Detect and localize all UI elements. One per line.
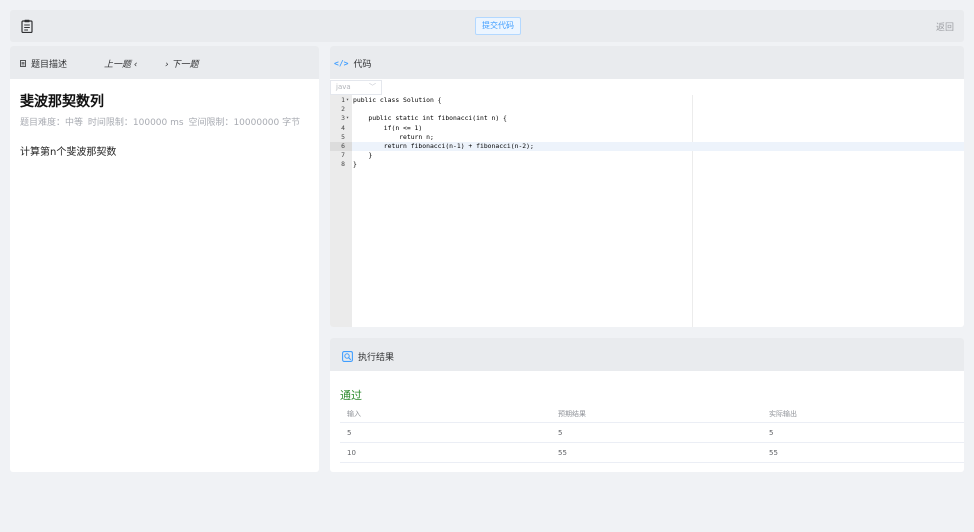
code-line[interactable]: 7 } <box>330 151 964 160</box>
tab-description[interactable]: 题目描述 <box>20 57 67 70</box>
table-cell: 5 <box>347 429 352 437</box>
table-row: 10 55 55 <box>340 443 964 463</box>
difficulty-text: 题目难度：中等 <box>20 118 84 128</box>
line-number: 6 <box>341 142 345 150</box>
line-number: 7 <box>341 151 345 160</box>
code-panel-header: </> 代码 <box>330 46 964 79</box>
column-header: 预期结果 <box>558 410 586 418</box>
line-code: if(n <= 1) <box>353 123 423 132</box>
result-icon <box>342 351 353 362</box>
table-cell: 5 <box>558 429 563 437</box>
fold-toggle-icon[interactable]: ▾ <box>346 96 349 105</box>
line-code: public static int fibonacci(int n) { <box>353 114 507 123</box>
line-code: } <box>353 151 373 160</box>
problem-description: 计算第n个斐波那契数 <box>20 147 117 158</box>
result-title: 执行结果 <box>342 350 394 363</box>
table-header-row: 输入 预期结果 实际输出 <box>340 403 964 423</box>
problem-meta: 题目难度：中等 时间限制：100000 ms 空间限制：10000000 字节 <box>20 115 302 128</box>
chevron-down-icon: ﹀ <box>369 83 376 91</box>
line-number: 5 <box>341 132 345 141</box>
table-cell: 10 <box>347 449 356 457</box>
line-number: 2 <box>341 105 345 114</box>
line-code: return fibonacci(n-1) + fibonacci(n-2); <box>353 142 534 150</box>
line-code: return n; <box>353 132 434 141</box>
clipboard-icon[interactable] <box>21 19 33 33</box>
result-table: 输入 预期结果 实际输出 5 5 5 10 55 55 <box>340 403 964 463</box>
code-panel: </> 代码 java ﹀ 1 ▾ public class Solution {2… <box>330 46 964 327</box>
code-editor[interactable]: 1 ▾ public class Solution {2 3 ▾ public stat… <box>330 95 964 327</box>
back-link[interactable]: 返回 <box>936 20 954 33</box>
line-number: 4 <box>341 123 345 132</box>
code-title: </> 代码 <box>334 57 371 70</box>
time-limit-text: 时间限制：100000 ms <box>87 118 184 128</box>
list-icon <box>20 60 26 67</box>
submit-code-button[interactable]: 提交代码 <box>475 17 521 35</box>
result-status: 通过 <box>340 389 362 402</box>
result-panel: 执行结果 通过 输入 预期结果 实际输出 5 5 5 10 55 55 <box>330 338 964 472</box>
problem-title: 斐波那契数列 <box>20 94 104 110</box>
table-cell: 55 <box>558 449 567 457</box>
fold-toggle-icon[interactable]: ▾ <box>346 114 349 123</box>
code-line[interactable]: 2 <box>330 105 964 114</box>
line-code: public class Solution { <box>353 96 442 104</box>
tab-description-label: 题目描述 <box>31 60 68 70</box>
column-header: 输入 <box>347 410 361 418</box>
language-value: java <box>336 83 351 91</box>
code-line[interactable]: 6 return fibonacci(n-1) + fibonacci(n-2)… <box>330 142 964 152</box>
column-header: 实际输出 <box>769 410 797 418</box>
table-row: 5 5 5 <box>340 423 964 443</box>
language-select[interactable]: java ﹀ <box>330 80 382 95</box>
prev-problem-button[interactable]: 上一题 ‹ <box>104 57 137 70</box>
code-line[interactable]: 4 if(n <= 1) <box>330 124 964 133</box>
result-panel-header: 执行结果 <box>330 338 964 371</box>
line-number: 3 <box>341 114 345 123</box>
line-number: 8 <box>341 160 345 169</box>
code-line[interactable]: 5 return n; <box>330 133 964 142</box>
code-line[interactable]: 1 ▾ public class Solution { <box>330 96 964 105</box>
top-bar: 提交代码 返回 <box>10 10 964 42</box>
line-number: 1 <box>341 96 345 104</box>
code-icon: </> <box>334 59 349 68</box>
next-problem-button[interactable]: › 下一题 <box>165 57 198 70</box>
result-title-label: 执行结果 <box>358 353 395 363</box>
problem-panel: 题目描述 上一题 ‹ › 下一题 斐波那契数列 题目难度：中等 时间限制：100… <box>10 46 319 472</box>
problem-panel-header: 题目描述 上一题 ‹ › 下一题 <box>10 46 319 79</box>
code-line[interactable]: 8} <box>330 160 964 169</box>
line-code: } <box>353 160 357 169</box>
table-cell: 55 <box>769 449 778 457</box>
space-limit-text: 空间限制：10000000 字节 <box>188 118 301 128</box>
code-line[interactable]: 3 ▾ public static int fibonacci(int n) { <box>330 114 964 123</box>
code-title-label: 代码 <box>353 60 372 70</box>
table-cell: 5 <box>769 429 774 437</box>
